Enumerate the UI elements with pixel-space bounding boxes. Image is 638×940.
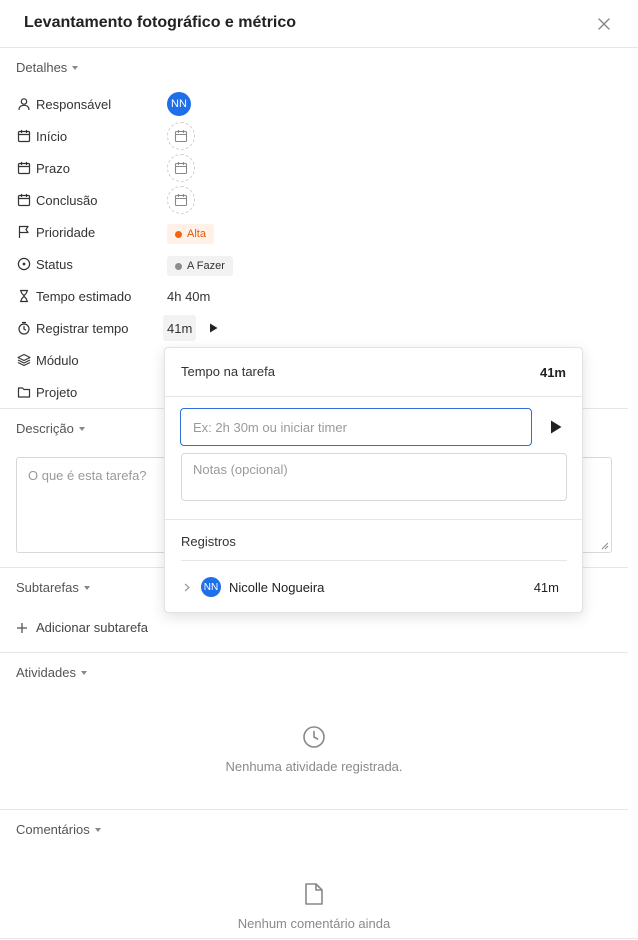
- flag-icon: [16, 224, 32, 240]
- layers-icon: [16, 352, 32, 368]
- time-record-row[interactable]: NN Nicolle Nogueira 41m: [181, 576, 567, 598]
- resize-handle-icon[interactable]: [601, 542, 609, 550]
- section-label-comments: Comentários: [16, 822, 90, 837]
- prop-label-responsavel: Responsável: [36, 96, 112, 112]
- description-placeholder: O que é esta tarefa?: [28, 468, 147, 483]
- prop-projeto: Projeto: [16, 382, 77, 402]
- logged-time-value: 41m: [167, 320, 193, 336]
- prop-label-prioridade: Prioridade: [36, 224, 96, 240]
- popover-header: Tempo na tarefa 41m: [165, 348, 582, 397]
- divider: [0, 652, 628, 653]
- clock-icon: [303, 726, 325, 748]
- caret-down-icon: [72, 66, 79, 70]
- panel-header: Levantamento fotográfico e métrico: [0, 0, 638, 48]
- prop-prioridade: Prioridade: [16, 222, 95, 242]
- chevron-right-icon[interactable]: [181, 581, 193, 593]
- stopwatch-icon: [16, 320, 32, 336]
- section-label-details: Detalhes: [16, 60, 68, 75]
- calendar-icon: [16, 128, 32, 144]
- activities-empty-state: Nenhuma atividade registrada.: [0, 725, 628, 774]
- task-title: Levantamento fotográfico e métrico: [24, 14, 297, 31]
- section-toggle-subtasks[interactable]: Subtarefas: [16, 580, 90, 595]
- comments-empty-state: Nenhum comentário ainda: [0, 882, 628, 931]
- prop-status: Status: [16, 254, 73, 274]
- record-user-name: Nicolle Nogueira: [229, 579, 325, 595]
- priority-dot: [175, 230, 182, 238]
- estimated-time-value[interactable]: 4h 40m: [167, 289, 210, 304]
- priority-value: Alta: [187, 228, 206, 240]
- divider: [0, 809, 628, 810]
- section-toggle-activities[interactable]: Atividades: [16, 665, 87, 680]
- status-circle-icon: [16, 256, 32, 272]
- folder-icon: [16, 384, 32, 400]
- status-dot: [175, 262, 182, 270]
- prop-label-projeto: Projeto: [36, 384, 78, 400]
- close-icon: [598, 18, 610, 30]
- calendar-icon: [16, 160, 32, 176]
- add-subtask-label: Adicionar subtarefa: [36, 620, 149, 635]
- calendar-icon: [174, 130, 188, 143]
- scrollbar[interactable]: [628, 48, 638, 940]
- caret-down-icon: [94, 828, 101, 832]
- close-button[interactable]: [594, 14, 614, 34]
- caret-down-icon: [78, 427, 85, 431]
- calendar-icon: [16, 192, 32, 208]
- prop-label-registrar-tempo: Registrar tempo: [36, 320, 129, 336]
- status-badge[interactable]: A Fazer: [167, 256, 233, 276]
- divider: [165, 519, 582, 520]
- record-avatar: NN: [201, 577, 221, 597]
- caret-down-icon: [83, 586, 90, 590]
- popover-title: Tempo na tarefa: [181, 364, 275, 379]
- popover-total-time: 41m: [539, 365, 566, 380]
- play-icon: [209, 323, 217, 333]
- divider: [181, 560, 567, 561]
- time-tracking-popover: Tempo na tarefa 41m Registros NN Nicolle…: [164, 347, 583, 613]
- section-label-activities: Atividades: [16, 665, 76, 680]
- due-date-picker[interactable]: [167, 154, 195, 182]
- prop-label-modulo: Módulo: [36, 352, 79, 368]
- record-time: 41m: [533, 579, 559, 595]
- section-toggle-description[interactable]: Descrição: [16, 421, 85, 436]
- add-subtask-button[interactable]: Adicionar subtarefa: [16, 620, 148, 635]
- start-timer-button[interactable]: [207, 322, 219, 334]
- assignee-avatar[interactable]: NN: [167, 92, 191, 116]
- completion-date-picker[interactable]: [167, 186, 195, 214]
- section-toggle-comments[interactable]: Comentários: [16, 822, 101, 837]
- comments-empty-text: Nenhum comentário ainda: [237, 916, 391, 931]
- section-label-description: Descrição: [16, 421, 74, 436]
- prop-label-inicio: Início: [36, 128, 68, 144]
- start-date-picker[interactable]: [167, 122, 195, 150]
- logged-time-button[interactable]: 41m: [163, 315, 197, 341]
- activities-empty-text: Nenhuma atividade registrada.: [225, 759, 403, 774]
- caret-down-icon: [80, 671, 87, 675]
- user-icon: [16, 96, 32, 112]
- priority-badge[interactable]: Alta: [167, 224, 214, 244]
- notes-textarea[interactable]: [181, 453, 567, 501]
- prop-modulo: Módulo: [16, 350, 79, 370]
- hourglass-icon: [16, 288, 32, 304]
- calendar-icon: [174, 162, 188, 175]
- prop-inicio: Início: [16, 126, 67, 146]
- records-title: Registros: [181, 534, 236, 549]
- calendar-icon: [174, 194, 188, 207]
- prop-label-conclusao: Conclusão: [36, 192, 98, 208]
- task-detail-panel: Levantamento fotográfico e métrico Detal…: [0, 0, 638, 940]
- prop-prazo: Prazo: [16, 158, 70, 178]
- prop-label-status: Status: [36, 256, 73, 272]
- plus-icon: [17, 622, 27, 633]
- section-toggle-details[interactable]: Detalhes: [16, 60, 79, 75]
- prop-label-tempo-estimado: Tempo estimado: [36, 288, 132, 304]
- prop-conclusao: Conclusão: [16, 190, 97, 210]
- time-entry-input[interactable]: [180, 408, 532, 446]
- prop-registrar-tempo: Registrar tempo: [16, 318, 128, 338]
- play-icon: [551, 420, 562, 434]
- start-timer-popover-button[interactable]: [545, 416, 567, 438]
- section-label-subtasks: Subtarefas: [16, 580, 79, 595]
- divider: [0, 938, 638, 939]
- prop-responsavel: Responsável: [16, 94, 111, 114]
- prop-tempo-estimado: Tempo estimado: [16, 286, 131, 306]
- prop-label-prazo: Prazo: [36, 160, 70, 176]
- status-value: A Fazer: [187, 260, 225, 272]
- document-icon: [305, 883, 323, 905]
